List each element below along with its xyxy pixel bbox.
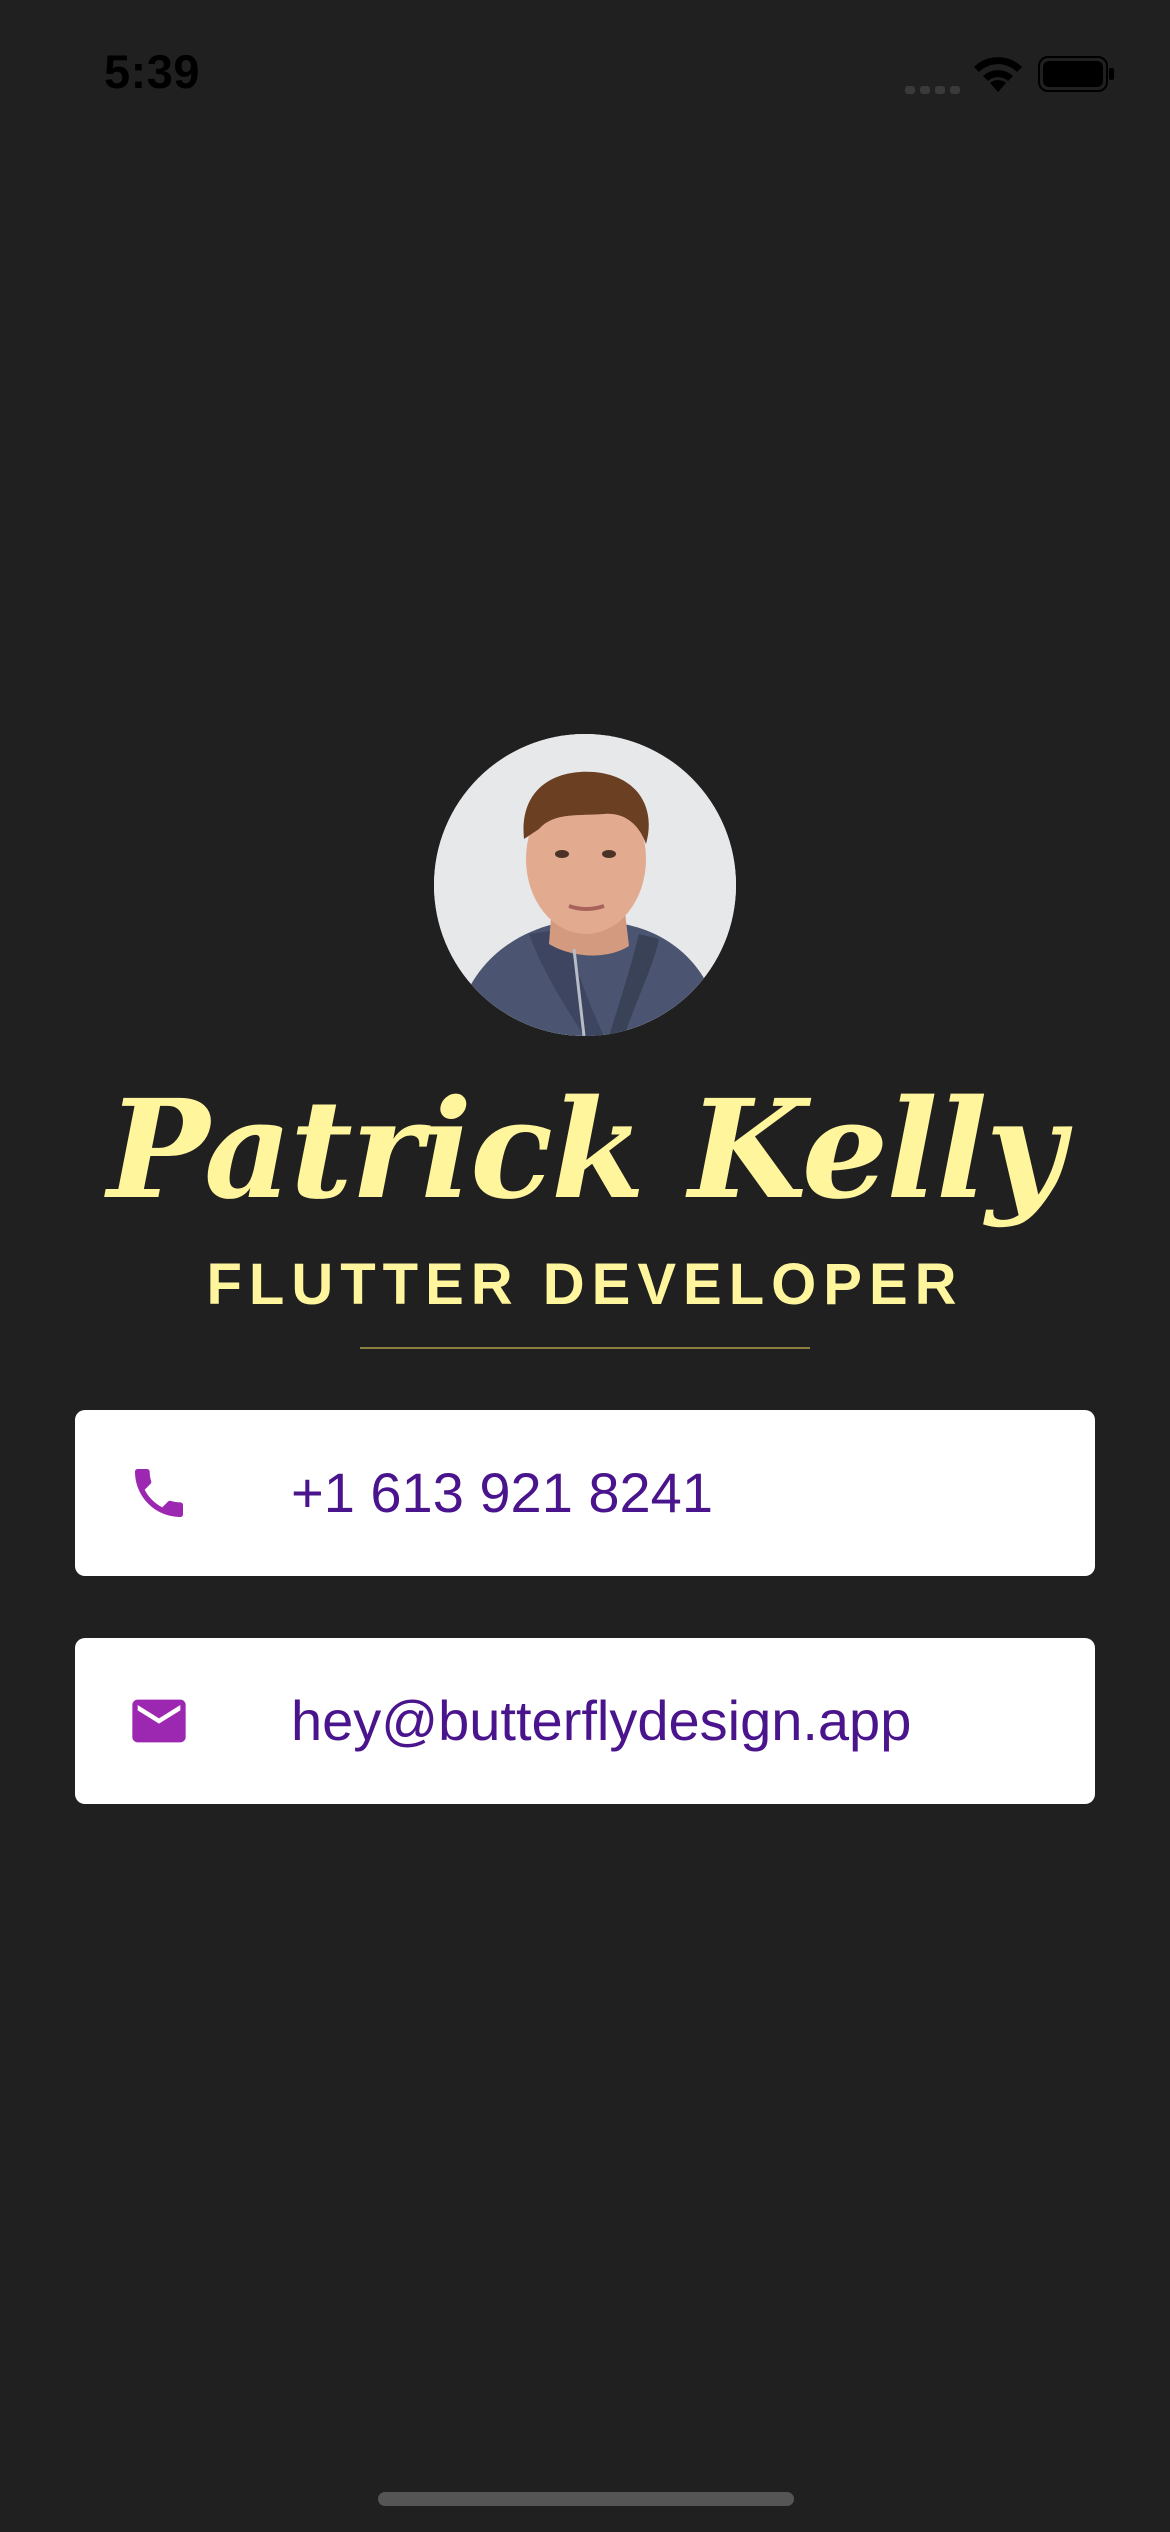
divider <box>360 1347 810 1349</box>
email-icon <box>132 1699 186 1743</box>
battery-icon <box>1038 56 1114 92</box>
phone-card[interactable]: +1 613 921 8241 <box>75 1410 1095 1576</box>
wifi-icon <box>974 57 1022 92</box>
email-card[interactable]: hey@butterflydesign.app <box>75 1638 1095 1804</box>
home-indicator[interactable] <box>378 2492 794 2506</box>
status-time: 5:39 <box>104 45 201 98</box>
avatar-photo <box>434 734 736 1036</box>
phone-icon <box>135 1469 183 1517</box>
profile-name: Patrick Kelly <box>107 1070 1064 1230</box>
profile-title: FLUTTER DEVELOPER <box>206 1252 964 1317</box>
phone-number: +1 613 921 8241 <box>291 1461 713 1524</box>
email-address: hey@butterflydesign.app <box>291 1689 912 1752</box>
avatar <box>434 734 736 1036</box>
signal-icon <box>905 86 960 94</box>
status-bar: 5:39 <box>0 0 1170 140</box>
